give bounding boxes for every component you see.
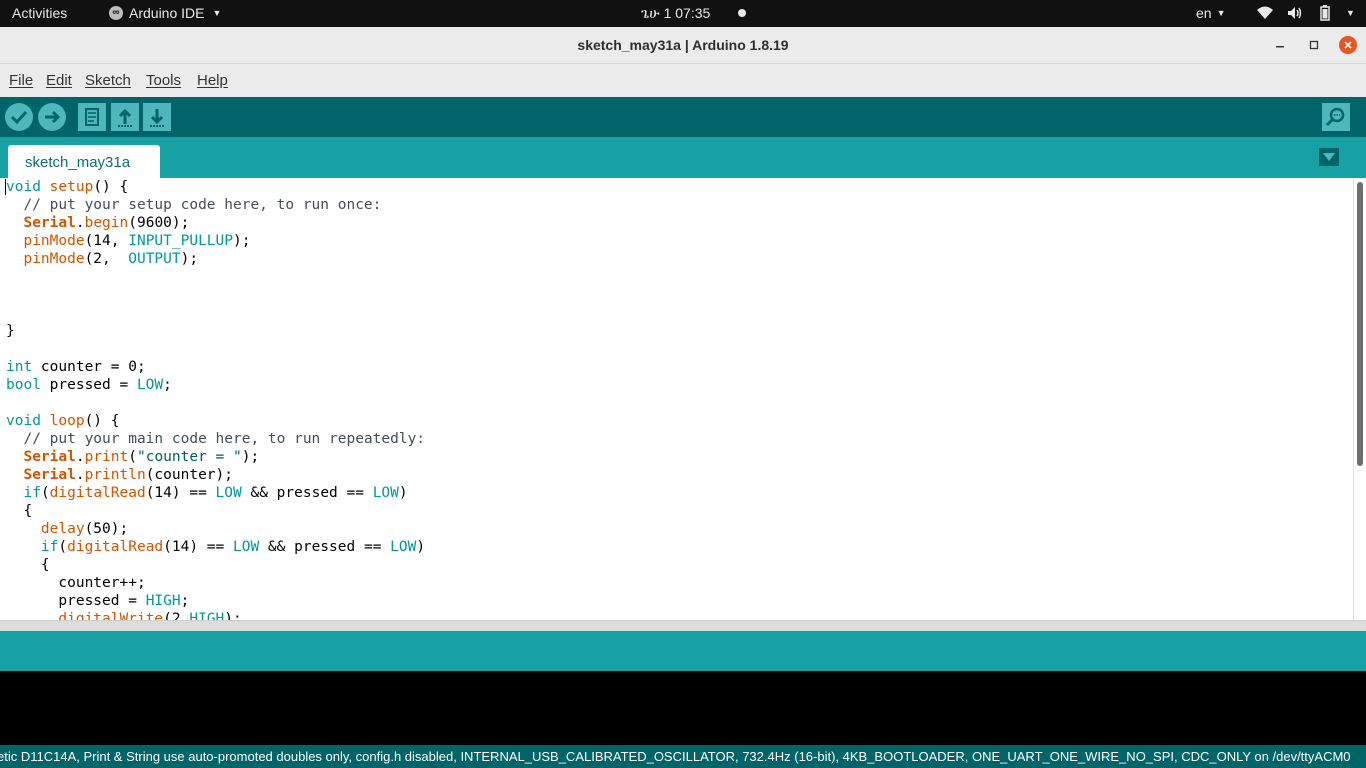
- notification-dot-icon: [738, 9, 746, 17]
- chevron-down-icon: [1323, 153, 1335, 161]
- code-line[interactable]: digitalWrite(2,HIGH);: [6, 610, 1353, 620]
- activities-button[interactable]: Activities: [12, 5, 67, 21]
- serial-monitor-icon: [1322, 103, 1350, 131]
- volume-icon: [1288, 7, 1302, 19]
- app-menu-label: Arduino IDE: [129, 5, 205, 21]
- status-bar: [0, 631, 1366, 671]
- code-line[interactable]: void loop() {: [6, 412, 1353, 430]
- code-line[interactable]: [6, 394, 1353, 412]
- tab-strip: sketch_may31a: [0, 137, 1366, 178]
- menu-help[interactable]: Help: [197, 72, 228, 89]
- code-line[interactable]: [6, 304, 1353, 322]
- clock[interactable]: ጌሁ 1 07:35: [641, 5, 710, 22]
- system-top-bar: Activities ∞ Arduino IDE ▼ ጌሁ 1 07:35 en…: [0, 0, 1366, 27]
- code-line[interactable]: [6, 340, 1353, 358]
- code-line[interactable]: // put your setup code here, to run once…: [6, 196, 1353, 214]
- code-line[interactable]: int counter = 0;: [6, 358, 1353, 376]
- code-line[interactable]: Serial.begin(9600);: [6, 214, 1353, 232]
- code-line[interactable]: }: [6, 322, 1353, 340]
- code-line[interactable]: pressed = HIGH;: [6, 592, 1353, 610]
- battery-icon: [1320, 5, 1330, 21]
- open-button[interactable]: [110, 102, 140, 132]
- code-line[interactable]: counter++;: [6, 574, 1353, 592]
- menu-tools[interactable]: Tools: [146, 72, 181, 89]
- caret-down-icon: ▼: [1346, 8, 1355, 18]
- close-icon[interactable]: [1339, 36, 1357, 54]
- arduino-app-icon: ∞: [109, 6, 123, 20]
- save-button[interactable]: [142, 102, 172, 132]
- save-icon: [143, 103, 171, 131]
- board-info-bar: etic D11C14A, Print & String use auto-pr…: [0, 745, 1366, 768]
- verify-button[interactable]: [4, 102, 34, 132]
- minimize-icon[interactable]: [1271, 36, 1289, 54]
- menu-edit[interactable]: Edit: [46, 72, 72, 89]
- new-button[interactable]: [77, 102, 107, 132]
- code-line[interactable]: Serial.println(counter);: [6, 466, 1353, 484]
- language-selector[interactable]: en ▼: [1196, 5, 1226, 21]
- language-label: en: [1196, 5, 1212, 21]
- code-line[interactable]: [6, 268, 1353, 286]
- menu-sketch[interactable]: Sketch: [85, 72, 131, 89]
- code-line[interactable]: bool pressed = LOW;: [6, 376, 1353, 394]
- window-title: sketch_may31a | Arduino 1.8.19: [577, 37, 789, 53]
- board-info-text: etic D11C14A, Print & String use auto-pr…: [0, 749, 1351, 764]
- code-line[interactable]: [6, 286, 1353, 304]
- code-line[interactable]: delay(50);: [6, 520, 1353, 538]
- code-line[interactable]: void setup() {: [5, 178, 1353, 196]
- open-icon: [111, 103, 139, 131]
- window-title-bar: sketch_may31a | Arduino 1.8.19: [0, 27, 1366, 64]
- wifi-icon: [1257, 6, 1273, 19]
- verify-icon: [5, 103, 33, 131]
- code-line[interactable]: if(digitalRead(14) == LOW && pressed == …: [6, 538, 1353, 556]
- editor-console-divider[interactable]: [0, 620, 1366, 631]
- serial-monitor-button[interactable]: [1321, 102, 1351, 132]
- menu-bar: File Edit Sketch Tools Help: [0, 64, 1366, 97]
- code-line[interactable]: pinMode(2, OUTPUT);: [6, 250, 1353, 268]
- caret-down-icon: ▼: [212, 8, 222, 18]
- code-text[interactable]: void setup() { // put your setup code he…: [0, 178, 1353, 620]
- editor-scrollbar-thumb[interactable]: [1357, 182, 1363, 466]
- code-line[interactable]: {: [6, 556, 1353, 574]
- maximize-icon[interactable]: [1305, 36, 1323, 54]
- code-line[interactable]: {: [6, 502, 1353, 520]
- code-line[interactable]: pinMode(14, INPUT_PULLUP);: [6, 232, 1353, 250]
- upload-icon: [38, 103, 66, 131]
- new-icon: [78, 103, 106, 131]
- menu-file[interactable]: File: [9, 72, 33, 89]
- code-line[interactable]: if(digitalRead(14) == LOW && pressed == …: [6, 484, 1353, 502]
- toolbar: [0, 97, 1366, 137]
- upload-button[interactable]: [37, 102, 67, 132]
- app-menu[interactable]: ∞ Arduino IDE ▼: [109, 5, 221, 21]
- tab-menu-button[interactable]: [1319, 148, 1339, 166]
- caret-down-icon: ▼: [1216, 8, 1226, 18]
- code-line[interactable]: // put your main code here, to run repea…: [6, 430, 1353, 448]
- code-line[interactable]: Serial.print("counter = ");: [6, 448, 1353, 466]
- console-output[interactable]: [0, 671, 1366, 745]
- code-editor[interactable]: void setup() { // put your setup code he…: [0, 178, 1353, 620]
- system-tray[interactable]: ▼: [1256, 4, 1355, 22]
- editor-scrollbar[interactable]: [1353, 178, 1366, 620]
- tab-sketch[interactable]: sketch_may31a: [8, 145, 160, 178]
